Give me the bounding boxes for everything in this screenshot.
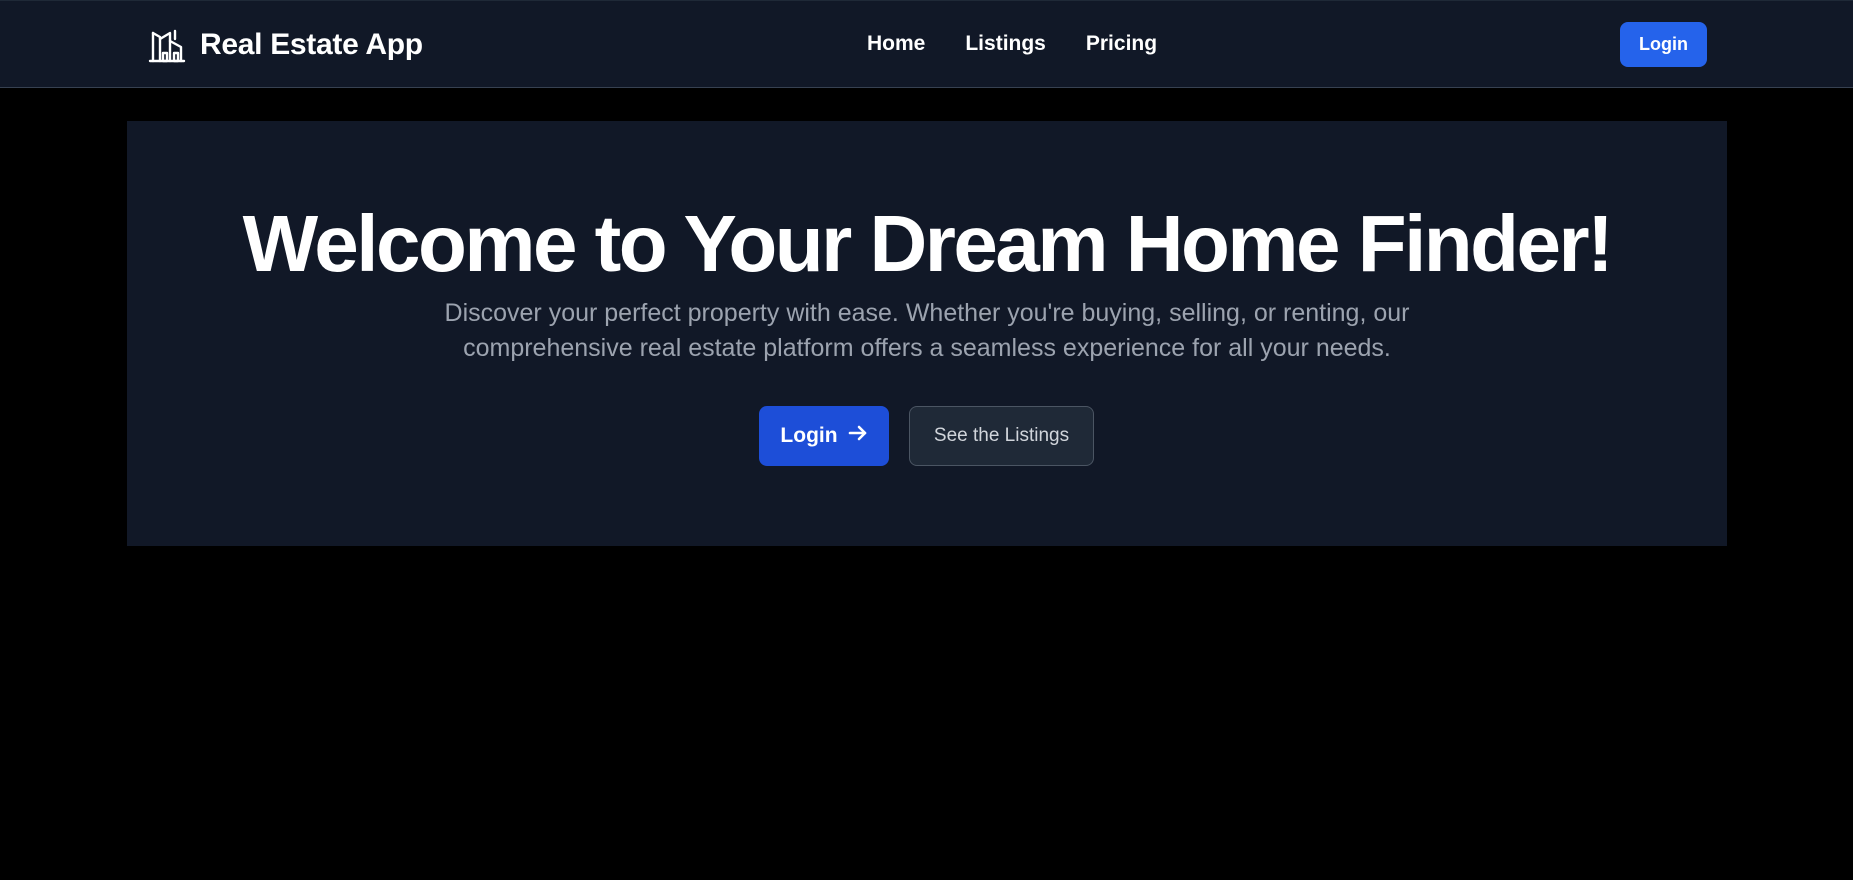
hero-actions: Login See the Listings: [759, 406, 1094, 466]
nav-link-pricing[interactable]: Pricing: [1086, 29, 1157, 59]
brand-link[interactable]: Real Estate App: [148, 25, 423, 65]
brand-title: Real Estate App: [200, 28, 423, 61]
building-icon: [148, 27, 186, 63]
top-navbar: Real Estate App Home Listings Pricing Lo…: [0, 0, 1853, 88]
arrow-right-icon: [848, 424, 868, 448]
hero-login-label: Login: [780, 424, 838, 447]
navbar-login-button[interactable]: Login: [1620, 22, 1707, 67]
nav-link-home[interactable]: Home: [867, 29, 925, 59]
hero-section: Welcome to Your Dream Home Finder! Disco…: [127, 121, 1727, 546]
nav-link-listings[interactable]: Listings: [965, 29, 1046, 59]
hero-login-button[interactable]: Login: [759, 406, 889, 466]
see-listings-button[interactable]: See the Listings: [909, 406, 1094, 466]
hero-subtitle: Discover your perfect property with ease…: [444, 299, 1410, 362]
hero-title: Welcome to Your Dream Home Finder!: [242, 199, 1614, 288]
main-nav: Home Listings Pricing: [867, 29, 1157, 59]
